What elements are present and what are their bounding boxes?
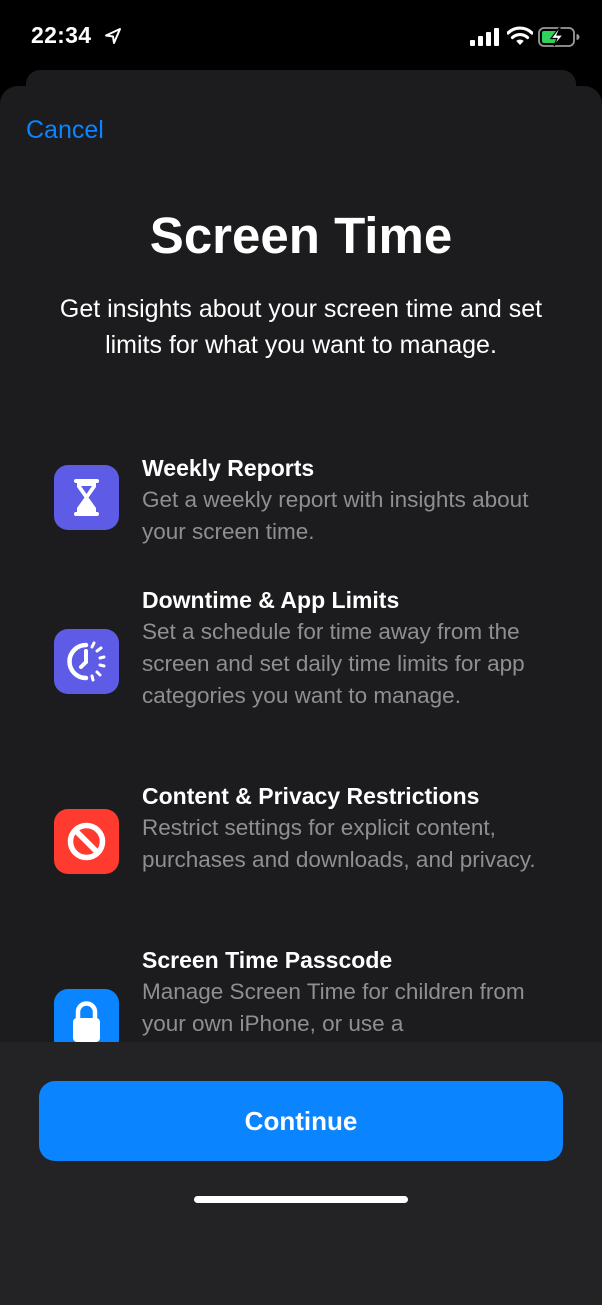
home-indicator[interactable] [194, 1196, 408, 1203]
screen-time-sheet: Cancel Screen Time Get insights about yo… [0, 86, 602, 1305]
feature-description: Manage Screen Time for children from you… [142, 979, 525, 1036]
cancel-button[interactable]: Cancel [26, 116, 104, 145]
feature-title: Downtime & App Limits [142, 587, 400, 613]
wifi-icon [507, 26, 533, 45]
footer: Continue [0, 1042, 602, 1305]
feature-description: Set a schedule for time away from the sc… [142, 619, 525, 708]
page-subtitle: Get insights about your screen time and … [59, 295, 543, 359]
battery-charging-icon [538, 27, 580, 47]
feature-description: Get a weekly report with insights about … [142, 487, 529, 544]
cellular-signal-icon [470, 28, 499, 46]
downtime-icon [54, 629, 119, 694]
feature-title: Screen Time Passcode [142, 947, 393, 973]
status-bar: 22:34 [0, 0, 602, 72]
page-title: Screen Time [149, 207, 453, 264]
feature-title: Content & Privacy Restrictions [142, 783, 480, 809]
location-arrow-icon [105, 28, 121, 44]
status-time: 22:34 [31, 22, 92, 48]
restriction-icon [54, 809, 119, 874]
continue-button[interactable]: Continue [39, 1081, 563, 1161]
hourglass-icon [54, 465, 119, 530]
feature-description: Restrict settings for explicit content, … [142, 815, 536, 872]
feature-title: Weekly Reports [142, 455, 315, 481]
